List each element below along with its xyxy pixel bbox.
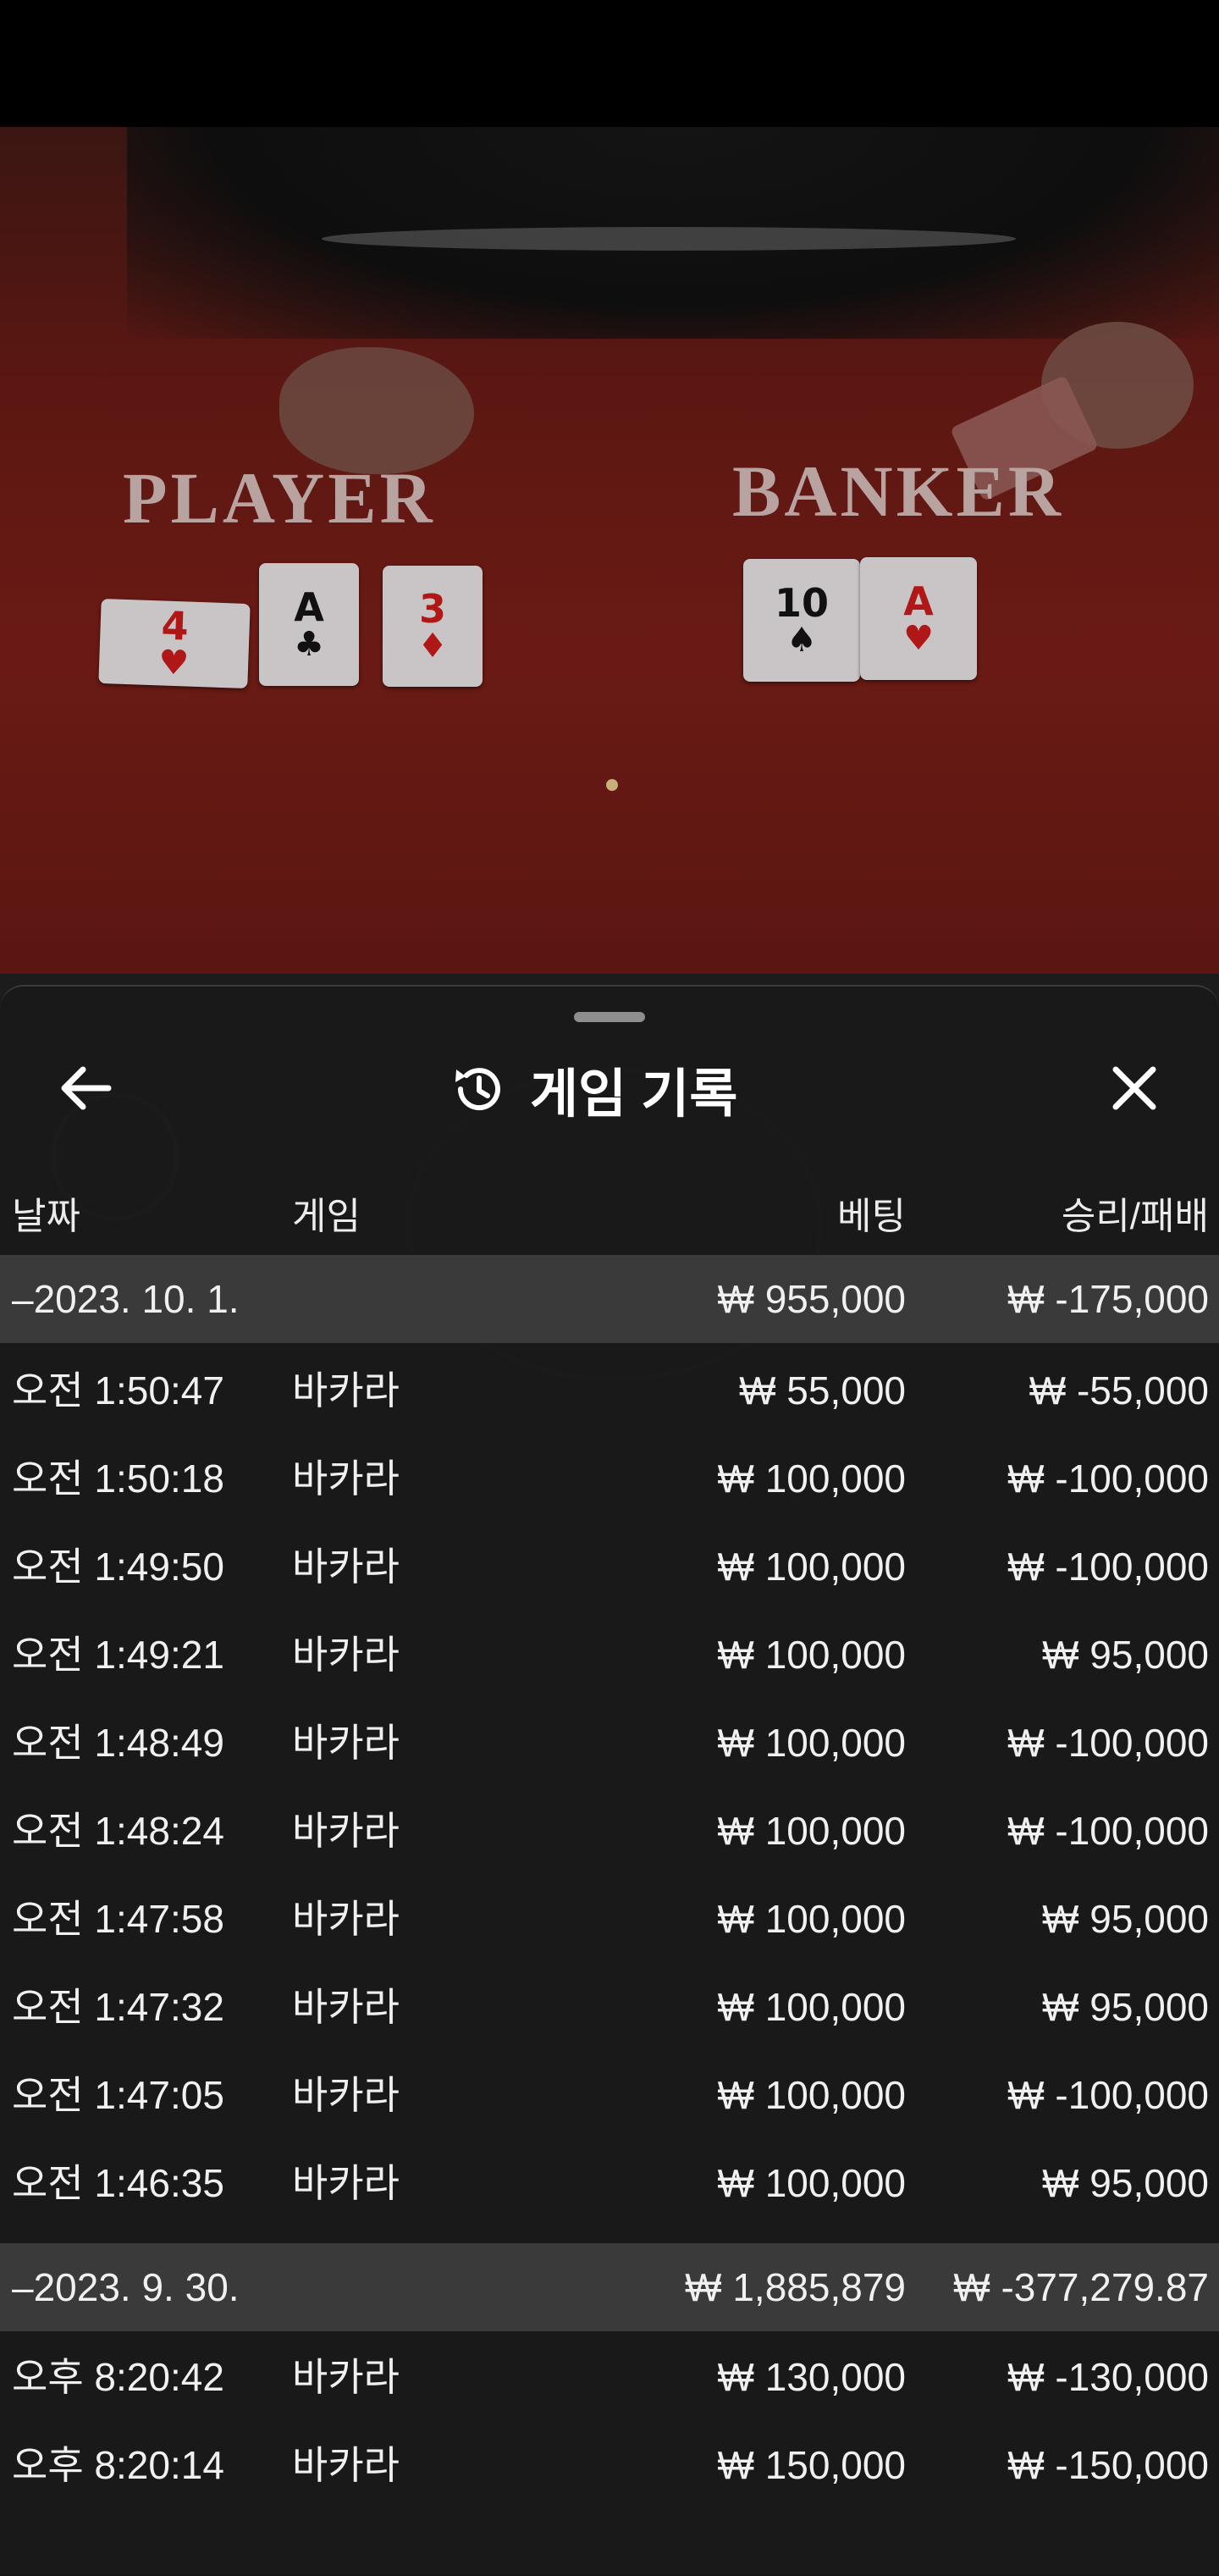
row-result: ₩ -100,000 <box>1007 1457 1209 1501</box>
row-bet: ₩ 100,000 <box>717 1457 906 1501</box>
table-row: 오전 1:49:21 바카라 ₩ 100,000 ₩ 95,000 <box>0 1611 1219 1699</box>
player-card-3: 3 ♦ <box>383 566 483 687</box>
row-game: 바카라 <box>292 1985 400 2029</box>
row-bet: ₩ 100,000 <box>717 1809 906 1853</box>
table-row: 오전 1:49:50 바카라 ₩ 100,000 ₩ -100,000 <box>0 1523 1219 1611</box>
row-bet: ₩ 100,000 <box>717 1985 906 2029</box>
row-bet: ₩ 150,000 <box>717 2443 906 2487</box>
row-time: 오전 1:48:24 <box>12 1809 224 1853</box>
date-group-row[interactable]: –2023. 10. 1. ₩ 955,000 ₩ -175,000 <box>0 1255 1219 1343</box>
group-result-total: ₩ -377,279.87 <box>953 2265 1209 2309</box>
row-bet: ₩ 100,000 <box>717 1633 906 1677</box>
player-card-1: 4 ♥ <box>98 598 251 689</box>
banker-zone-label: BANKER <box>732 451 1064 532</box>
row-time: 오전 1:49:21 <box>12 1633 224 1677</box>
sheet-grabber[interactable] <box>574 1012 645 1022</box>
player-card-2: A ♣ <box>259 563 359 686</box>
date-group-row[interactable]: –2023. 9. 30. ₩ 1,885,879 ₩ -377,279.87 <box>0 2243 1219 2331</box>
group-bet-total: ₩ 955,000 <box>717 1277 906 1321</box>
row-time: 오전 1:47:58 <box>12 1897 224 1941</box>
row-time: 오전 1:47:32 <box>12 1985 224 2029</box>
game-history-sheet: 게임 기록 날짜 게임 베팅 승리/패배 –2023. 10. 1. ₩ 955,… <box>0 985 1219 2576</box>
row-result: ₩ -100,000 <box>1007 2073 1209 2117</box>
row-result: ₩ -130,000 <box>1007 2355 1209 2399</box>
row-result: ₩ 95,000 <box>1042 2161 1209 2205</box>
row-game: 바카라 <box>292 1809 400 1853</box>
row-time: 오전 1:50:18 <box>12 1457 224 1501</box>
table-row: 오전 1:46:35 바카라 ₩ 100,000 ₩ 95,000 <box>0 2139 1219 2227</box>
row-result: ₩ -150,000 <box>1007 2443 1209 2487</box>
banker-card-2: A ♥ <box>860 557 977 680</box>
table-row: 오후 8:20:14 바카라 ₩ 150,000 ₩ -150,000 <box>0 2421 1219 2509</box>
row-time: 오후 8:20:14 <box>12 2443 224 2487</box>
group-date: –2023. 9. 30. <box>12 2265 240 2309</box>
row-time: 오전 1:46:35 <box>12 2161 224 2205</box>
row-result: ₩ 95,000 <box>1042 1985 1209 2029</box>
player-zone-label: PLAYER <box>123 457 436 539</box>
row-game: 바카라 <box>292 2443 400 2487</box>
table-row: 오전 1:47:32 바카라 ₩ 100,000 ₩ 95,000 <box>0 1963 1219 2051</box>
banker-card-1: 10 ♠ <box>743 559 860 682</box>
row-result: ₩ 95,000 <box>1042 1897 1209 1941</box>
table-row: 오전 1:50:18 바카라 ₩ 100,000 ₩ -100,000 <box>0 1434 1219 1523</box>
column-header-game: 게임 <box>292 1196 361 1237</box>
live-video-feed: PLAYER BANKER 4 ♥ A ♣ 3 ♦ 10 ♠ A ♥ <box>0 127 1219 999</box>
row-bet: ₩ 100,000 <box>717 1545 906 1589</box>
row-game: 바카라 <box>292 2161 400 2205</box>
row-result: ₩ -100,000 <box>1007 1721 1209 1765</box>
row-game: 바카라 <box>292 2355 400 2399</box>
group-result-total: ₩ -175,000 <box>1007 1277 1209 1321</box>
row-game: 바카라 <box>292 1457 400 1501</box>
row-bet: ₩ 100,000 <box>717 2161 906 2205</box>
close-icon <box>1112 1066 1156 1110</box>
row-time: 오전 1:48:49 <box>12 1721 224 1765</box>
table-row: 오후 8:20:42 바카라 ₩ 130,000 ₩ -130,000 <box>0 2333 1219 2421</box>
sheet-header: 게임 기록 <box>449 1053 737 1125</box>
row-game: 바카라 <box>292 2073 400 2117</box>
row-time: 오후 8:20:42 <box>12 2355 224 2399</box>
row-game: 바카라 <box>292 1545 400 1589</box>
arrow-left-icon <box>61 1066 112 1110</box>
row-bet: ₩ 100,000 <box>717 1897 906 1941</box>
table-row: 오전 1:47:05 바카라 ₩ 100,000 ₩ -100,000 <box>0 2051 1219 2139</box>
group-date: –2023. 10. 1. <box>12 1277 240 1321</box>
row-time: 오전 1:50:47 <box>12 1368 224 1412</box>
table-row: 오전 1:50:47 바카라 ₩ 55,000 ₩ -55,000 <box>0 1346 1219 1434</box>
sheet-title: 게임 기록 <box>530 1065 738 1124</box>
row-game: 바카라 <box>292 1633 400 1677</box>
row-result: ₩ -55,000 <box>1029 1368 1209 1412</box>
row-result: ₩ -100,000 <box>1007 1545 1209 1589</box>
row-game: 바카라 <box>292 1721 400 1765</box>
row-bet: ₩ 130,000 <box>717 2355 906 2399</box>
column-header-date: 날짜 <box>12 1196 80 1237</box>
row-bet: ₩ 55,000 <box>739 1368 906 1412</box>
table-row: 오전 1:48:24 바카라 ₩ 100,000 ₩ -100,000 <box>0 1787 1219 1875</box>
row-bet: ₩ 100,000 <box>717 1721 906 1765</box>
row-time: 오전 1:47:05 <box>12 2073 224 2117</box>
back-button[interactable] <box>51 1054 119 1122</box>
history-icon <box>455 1068 500 1111</box>
row-time: 오전 1:49:50 <box>12 1545 224 1589</box>
column-header-result: 승리/패배 <box>1061 1196 1209 1237</box>
row-result: ₩ 95,000 <box>1042 1633 1209 1677</box>
marker-dot <box>606 779 618 791</box>
table-row: 오전 1:48:49 바카라 ₩ 100,000 ₩ -100,000 <box>0 1699 1219 1787</box>
row-result: ₩ -100,000 <box>1007 1809 1209 1853</box>
row-bet: ₩ 100,000 <box>717 2073 906 2117</box>
close-button[interactable] <box>1100 1054 1168 1122</box>
group-bet-total: ₩ 1,885,879 <box>685 2265 906 2309</box>
table-row: 오전 1:47:58 바카라 ₩ 100,000 ₩ 95,000 <box>0 1875 1219 1963</box>
row-game: 바카라 <box>292 1368 400 1412</box>
table-rail <box>322 227 1016 251</box>
row-game: 바카라 <box>292 1897 400 1941</box>
column-header-bet: 베팅 <box>837 1196 906 1237</box>
